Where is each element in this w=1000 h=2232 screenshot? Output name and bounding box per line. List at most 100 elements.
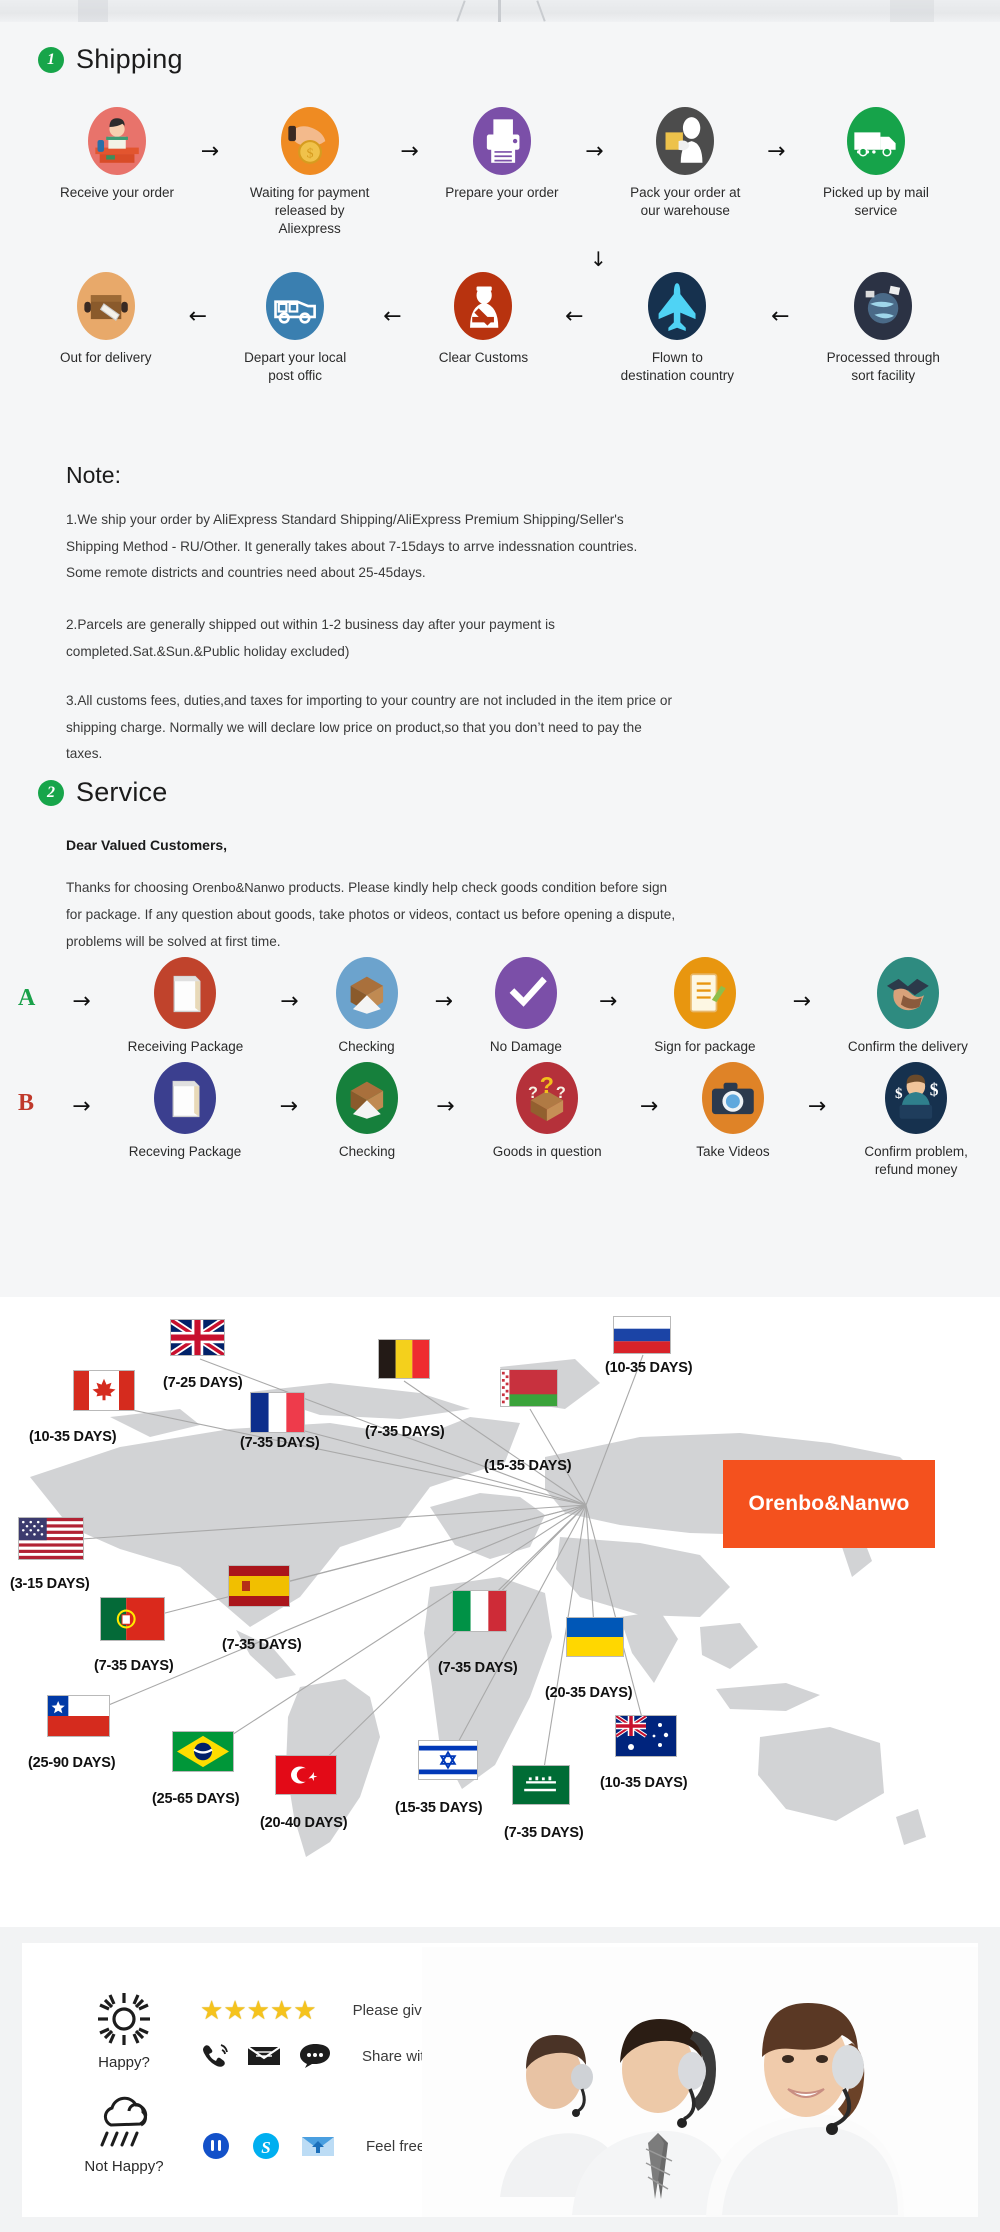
service-flow-row-a: A → Receiving Package → Checking → No Damage… (18, 957, 968, 1056)
shipping-section-title: 1 Shipping (38, 44, 183, 75)
skype-icon[interactable]: S (250, 2131, 282, 2161)
ukraine-flag-icon (567, 1618, 623, 1656)
svg-text:?: ? (556, 1084, 566, 1102)
flow-step-label: Out for delivery (60, 350, 152, 365)
clipboard-pen-icon (690, 973, 726, 1013)
note-paragraph-3: 3.All customs fees, duties,and taxes for… (66, 693, 672, 761)
chat-bubble-icon[interactable] (298, 2043, 332, 2069)
flow-step-icon-circle (336, 1062, 399, 1134)
map-destination-flag (18, 1517, 84, 1560)
flow-step-label: Picked up by mail service (823, 185, 929, 219)
flow-step-label: Checking (338, 1039, 395, 1054)
flow-step: Receive your order (60, 107, 174, 202)
flow-step-icon-circle (335, 957, 398, 1029)
check-mark-icon (509, 976, 547, 1007)
envelope-icon[interactable] (246, 2043, 282, 2069)
star-icon: ★ (200, 1995, 224, 2025)
svg-text:$: $ (930, 1080, 939, 1100)
usa-flag-icon (19, 1518, 83, 1559)
flow-arrow: → (280, 989, 299, 1014)
flow-arrow: → (436, 1094, 455, 1119)
flow-arrow: → (585, 139, 604, 164)
map-destination-flag (47, 1695, 110, 1737)
flow-step-label: No Damage (489, 1039, 562, 1054)
map-delivery-days-label: (7-35 DAYS) (240, 1435, 320, 1451)
flow-arrow: → (400, 139, 419, 164)
service-section-badge: 2 (38, 779, 64, 806)
map-delivery-days-label: (7-35 DAYS) (504, 1825, 584, 1841)
flow-arrow: → (639, 1094, 659, 1119)
trademanager-icon[interactable] (200, 2131, 232, 2161)
flow-step-icon-circle (648, 272, 707, 340)
svg-text:S: S (261, 2138, 270, 2157)
flow-step: Checking (335, 957, 398, 1056)
flow-step-label: Pack your order at our warehouse (630, 185, 741, 219)
flow-step: Receiving Package (128, 957, 243, 1056)
flow-step-icon-circle (846, 107, 905, 175)
map-destination-flag (614, 1714, 677, 1757)
chile-flag-icon (48, 1696, 109, 1736)
map-destination-flag (500, 1369, 558, 1407)
feedback-panel: Happy? ★ ★ ★ ★ ★ Please give us five-sta… (0, 1927, 1000, 2232)
flow-arrow: → (200, 139, 220, 164)
australia-flag-icon (614, 1714, 676, 1756)
package-icon (172, 1081, 200, 1118)
customs-officer-icon (470, 286, 499, 328)
flow-step-label: Processed through sort facility (826, 350, 940, 384)
map-delivery-days-label: (7-25 DAYS) (163, 1375, 243, 1391)
flow-step: Picked up by mail service (812, 107, 940, 220)
map-delivery-days-label: (7-35 DAYS) (222, 1637, 302, 1653)
flow-step-icon-circle (76, 272, 135, 340)
flow-step-icon-circle (494, 957, 557, 1029)
flow-arrow: → (434, 989, 453, 1014)
flow-arrow: → (807, 1094, 827, 1119)
map-destination-flag (169, 1317, 226, 1358)
rain-cloud-icon (100, 2096, 148, 2147)
shipping-map-panel: (7-25 DAYS) (10-35 DAYS) (7-35 DAYS) (7-35… (0, 1297, 1000, 1927)
canada-flag-icon (74, 1371, 134, 1410)
map-delivery-days-label: (10-35 DAYS) (605, 1360, 693, 1376)
person-at-desk-icon (95, 118, 139, 163)
map-destination-flag (275, 1755, 337, 1795)
shipping-flow-row-2: Out for delivery ← Depart your local post… (60, 272, 940, 385)
map-destination-flag (566, 1617, 624, 1657)
spain-flag-icon (229, 1566, 289, 1606)
map-destination-flag (418, 1740, 478, 1780)
map-destination-flag (613, 1316, 671, 1354)
flow-arrow: → (72, 989, 91, 1014)
service-body-pre: Thanks for choosing (66, 880, 189, 895)
refund-agent-icon: $ $ (895, 1074, 939, 1119)
flow-step: $ Waiting for payment released by Aliexpr… (246, 107, 374, 239)
note-heading: Note: (66, 462, 121, 488)
happy-mood-block: Happy? (74, 1991, 174, 2071)
service-section-title: 2 Service (38, 777, 167, 808)
flow-arrow: → (792, 989, 811, 1014)
map-destination-flag (172, 1731, 234, 1772)
flow-step: Pack your order at our warehouse (630, 107, 740, 220)
not-happy-label: Not Happy? (84, 2158, 164, 2175)
flow-step-icon-circle (266, 272, 325, 340)
flow-step: ? ? ? Goods in question (493, 1062, 602, 1161)
flow-step-label: Confirm the delivery (847, 1039, 968, 1054)
flow-step: Clear Customs (439, 272, 528, 367)
uk-flag-icon (169, 1317, 226, 1358)
mail-icon[interactable] (300, 2131, 336, 2161)
flow-step-icon-circle (673, 957, 736, 1029)
star-icon: ★ (246, 1995, 270, 2025)
phone-call-icon[interactable] (200, 2043, 230, 2069)
open-box-icon (350, 976, 383, 1014)
top-photo-strip (0, 0, 1000, 22)
star-icon: ★ (293, 1995, 317, 2025)
flow-row-letter: A (18, 985, 36, 1011)
svg-text:?: ? (528, 1084, 538, 1102)
handshake-icon (886, 979, 929, 1011)
van-icon (274, 300, 317, 324)
flow-step: Receving Package (129, 1062, 241, 1161)
map-destination-flag (512, 1765, 570, 1805)
map-delivery-days-label: (25-90 DAYS) (28, 1755, 116, 1771)
note-paragraph-2: 2.Parcels are generally shipped out with… (66, 617, 555, 659)
svg-text:$: $ (306, 145, 313, 161)
flow-step: Depart your local post offic (244, 272, 346, 385)
flow-step: No Damage (490, 957, 562, 1056)
flow-step-icon-circle (701, 1062, 764, 1134)
